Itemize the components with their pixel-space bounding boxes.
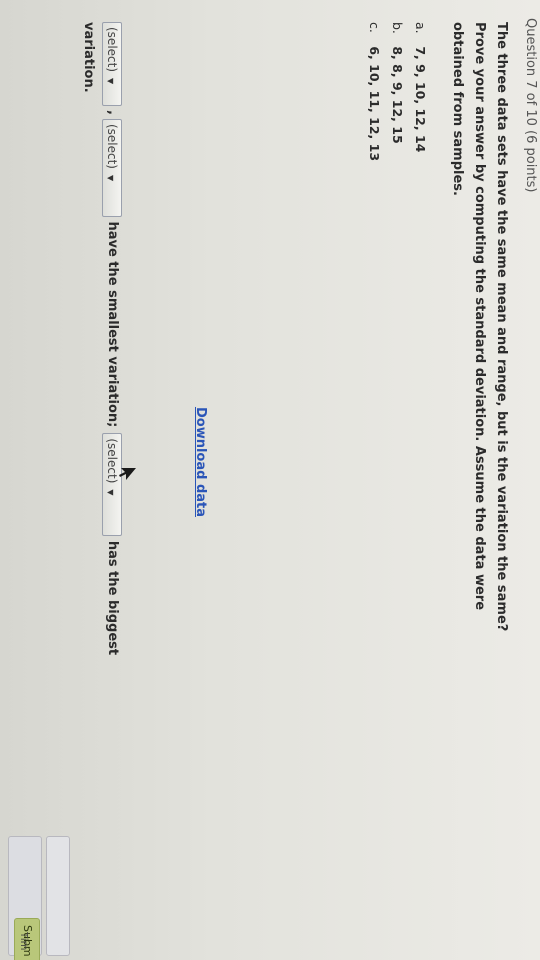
- data-set-values: 8, 8, 9, 12, 15: [390, 46, 405, 144]
- answer-sentence: (select) ▼, (select) ▼ have the smallest va…: [76, 22, 124, 902]
- question-page: Question 7 of 10 (6 points) The three da…: [0, 0, 540, 960]
- data-set-b: b. 8, 8, 9, 12, 15: [386, 22, 409, 902]
- select-value: (select): [105, 123, 120, 169]
- header-strip: Question 7 of 10 (6 points): [520, 0, 540, 960]
- data-set-values: 7, 9, 10, 12, 14: [413, 46, 428, 153]
- data-set-letter: c.: [367, 22, 382, 33]
- data-set-letter: b.: [390, 22, 405, 34]
- answer-text-wrap: variation.: [81, 22, 96, 93]
- dropdown-arrow-icon: ▼: [106, 489, 116, 496]
- data-set-a: a. 7, 9, 10, 12, 14: [409, 22, 432, 902]
- download-row: Download data: [193, 22, 212, 902]
- select-dropdown-2[interactable]: (select) ▼: [102, 118, 123, 217]
- data-set-c: c. 6, 10, 11, 12, 13: [363, 22, 386, 902]
- data-set-letter: a.: [413, 22, 428, 34]
- answer-text-mid: have the smallest variation;: [105, 221, 120, 428]
- prompt-line-2: Prove your answer by computing the stand…: [472, 22, 487, 611]
- time-label: Tim: [18, 932, 29, 951]
- cursor-arrow-icon: [119, 468, 136, 480]
- answer-text-end: has the biggest: [105, 540, 120, 656]
- select-dropdown-1[interactable]: (select) ▼: [102, 22, 123, 106]
- prompt-line-3: obtained from samples.: [450, 22, 465, 196]
- dropdown-arrow-icon: ▼: [106, 78, 116, 85]
- dropdown-arrow-icon: ▼: [106, 174, 116, 182]
- data-set-list: a. 7, 9, 10, 12, 14 b. 8, 8, 9, 12, 15 c…: [363, 22, 432, 902]
- screen: Question 7 of 10 (6 points) The three da…: [0, 0, 540, 960]
- prompt-line-1: The three data sets have the same mean a…: [494, 22, 509, 632]
- side-panel-box: [46, 836, 70, 956]
- select-dropdown-3[interactable]: (select)▼: [102, 433, 123, 537]
- select-value: (select): [105, 27, 120, 73]
- question-content: The three data sets have the same mean a…: [81, 22, 512, 902]
- download-data-link[interactable]: Download data: [193, 407, 208, 517]
- question-prompt: The three data sets have the same mean a…: [446, 22, 512, 902]
- question-header: Question 7 of 10 (6 points): [523, 18, 538, 193]
- separator-comma: ,: [105, 110, 120, 115]
- data-set-values: 6, 10, 11, 12, 13: [367, 46, 382, 162]
